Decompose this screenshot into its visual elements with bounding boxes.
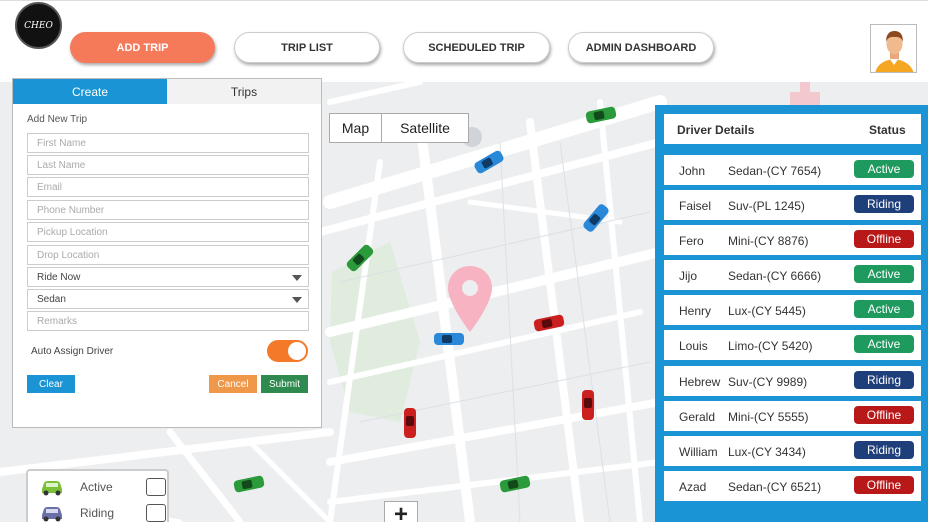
auto-assign-toggle[interactable]: [267, 340, 308, 362]
submit-button[interactable]: Submit: [261, 375, 308, 393]
nav-admin-dashboard-button[interactable]: ADMIN DASHBOARD: [568, 32, 714, 63]
remarks-field[interactable]: Remarks: [27, 311, 309, 331]
driver-row[interactable]: Fero Mini-(CY 8876) Offline: [664, 225, 921, 255]
car-marker-active[interactable]: [231, 473, 267, 495]
toggle-knob: [288, 342, 306, 360]
driver-row[interactable]: Azad Sedan-(CY 6521) Offline: [664, 471, 921, 501]
driver-row[interactable]: William Lux-(CY 3434) Riding: [664, 436, 921, 466]
car-marker-riding[interactable]: [580, 202, 612, 234]
status-badge: Active: [854, 300, 914, 318]
driver-name: Azad: [679, 480, 707, 494]
tab-create[interactable]: Create: [13, 79, 167, 104]
status-badge: Riding: [854, 441, 914, 459]
driver-name: John: [679, 164, 706, 178]
car-marker-offline[interactable]: [400, 405, 420, 441]
legend-item-active: Active: [40, 477, 166, 497]
location-pin-icon: [448, 266, 492, 332]
nav-trip-list-button[interactable]: TRIP LIST: [234, 32, 380, 63]
legend-riding-checkbox[interactable]: [146, 504, 166, 522]
status-badge: Offline: [854, 476, 914, 494]
top-bar: CHEO ADD TRIP TRIP LIST SCHEDULED TRIP A…: [0, 0, 928, 82]
driver-row[interactable]: Gerald Mini-(CY 5555) Offline: [664, 401, 921, 431]
driver-row[interactable]: Hebrew Suv-(CY 9989) Riding: [664, 366, 921, 396]
car-marker-active[interactable]: [344, 242, 376, 274]
driver-vehicle: Sedan-(CY 6666): [728, 269, 822, 283]
status-badge: Riding: [854, 371, 914, 389]
map-type-control: Map Satellite: [329, 113, 469, 143]
driver-name: Louis: [679, 339, 708, 353]
form-title: Add New Trip: [27, 114, 88, 125]
driver-vehicle: Limo-(CY 5420): [728, 339, 813, 353]
driver-vehicle: Mini-(CY 5555): [728, 410, 809, 424]
car-marker-offline[interactable]: [531, 312, 567, 334]
map-type-map-button[interactable]: Map: [330, 114, 382, 142]
vehicle-type-select[interactable]: Sedan: [27, 289, 309, 309]
driver-details-panel: Driver Details Status John Sedan-(CY 7654…: [655, 105, 928, 522]
zoom-in-button[interactable]: +: [384, 501, 418, 522]
car-marker-offline[interactable]: [578, 387, 598, 423]
auto-assign-label: Auto Assign Driver: [31, 346, 114, 357]
first-name-field[interactable]: First Name: [27, 133, 309, 153]
car-icon: [42, 481, 62, 496]
driver-row[interactable]: Louis Limo-(CY 5420) Active: [664, 330, 921, 360]
nav-add-trip-button[interactable]: ADD TRIP: [70, 32, 215, 63]
driver-name: Henry: [679, 304, 712, 318]
create-trip-panel: Create Trips Add New Trip First Name Las…: [12, 78, 322, 428]
ride-type-value: Ride Now: [37, 271, 81, 283]
car-marker-active[interactable]: [584, 105, 618, 125]
status-badge: Active: [854, 160, 914, 178]
nav-scheduled-trip-button[interactable]: SCHEDULED TRIP: [403, 32, 550, 63]
driver-name: William: [679, 445, 718, 459]
legend-label: Active: [80, 480, 113, 494]
driver-table-header: Driver Details Status: [664, 114, 921, 144]
driver-row[interactable]: Henry Lux-(CY 5445) Active: [664, 295, 921, 325]
driver-name: Gerald: [679, 410, 716, 424]
driver-row[interactable]: Faisel Suv-(PL 1245) Riding: [664, 190, 921, 220]
driver-name: Fero: [679, 234, 704, 248]
driver-vehicle: Mini-(CY 8876): [728, 234, 809, 248]
driver-vehicle: Suv-(CY 9989): [728, 375, 808, 389]
driver-name: Hebrew: [679, 375, 721, 389]
status-badge: Active: [854, 265, 914, 283]
legend-active-checkbox[interactable]: [146, 478, 166, 496]
logo-text: CHEO: [24, 20, 53, 31]
legend-item-riding: Riding: [40, 503, 166, 522]
driver-vehicle: Sedan-(CY 6521): [728, 480, 822, 494]
clear-button[interactable]: Clear: [27, 375, 75, 393]
driver-row[interactable]: Jijo Sedan-(CY 6666) Active: [664, 260, 921, 290]
driver-vehicle: Lux-(CY 5445): [728, 304, 806, 318]
car-icon: [42, 507, 62, 522]
panel-tabs: Create Trips: [13, 79, 321, 104]
car-marker-active[interactable]: [497, 473, 533, 495]
driver-vehicle: Suv-(PL 1245): [728, 199, 805, 213]
status-badge: Active: [854, 335, 914, 353]
vehicle-type-value: Sedan: [37, 293, 66, 305]
tab-trips[interactable]: Trips: [167, 79, 321, 104]
header-driver-details: Driver Details: [677, 123, 755, 137]
status-badge: Riding: [854, 195, 914, 213]
car-marker-riding[interactable]: [472, 149, 506, 175]
cancel-button[interactable]: Cancel: [209, 375, 257, 393]
status-badge: Offline: [854, 230, 914, 248]
chevron-down-icon: [292, 297, 302, 303]
driver-name: Jijo: [679, 269, 698, 283]
car-status-legend: Active Riding: [26, 469, 169, 522]
chevron-down-icon: [292, 275, 302, 281]
user-avatar-icon[interactable]: [870, 24, 917, 73]
driver-vehicle: Sedan-(CY 7654): [728, 164, 822, 178]
header-status: Status: [869, 123, 906, 137]
map-type-satellite-button[interactable]: Satellite: [382, 114, 468, 142]
drop-location-field[interactable]: Drop Location: [27, 245, 309, 265]
legend-label: Riding: [80, 506, 115, 520]
driver-name: Faisel: [679, 199, 712, 213]
phone-number-field[interactable]: Phone Number: [27, 200, 309, 220]
driver-vehicle: Lux-(CY 3434): [728, 445, 806, 459]
pickup-location-field[interactable]: Pickup Location: [27, 222, 309, 242]
status-badge: Offline: [854, 406, 914, 424]
email-field[interactable]: Email: [27, 177, 309, 197]
ride-type-select[interactable]: Ride Now: [27, 267, 309, 287]
last-name-field[interactable]: Last Name: [27, 155, 309, 175]
driver-row[interactable]: John Sedan-(CY 7654) Active: [664, 155, 921, 185]
app-logo[interactable]: CHEO: [15, 2, 62, 49]
